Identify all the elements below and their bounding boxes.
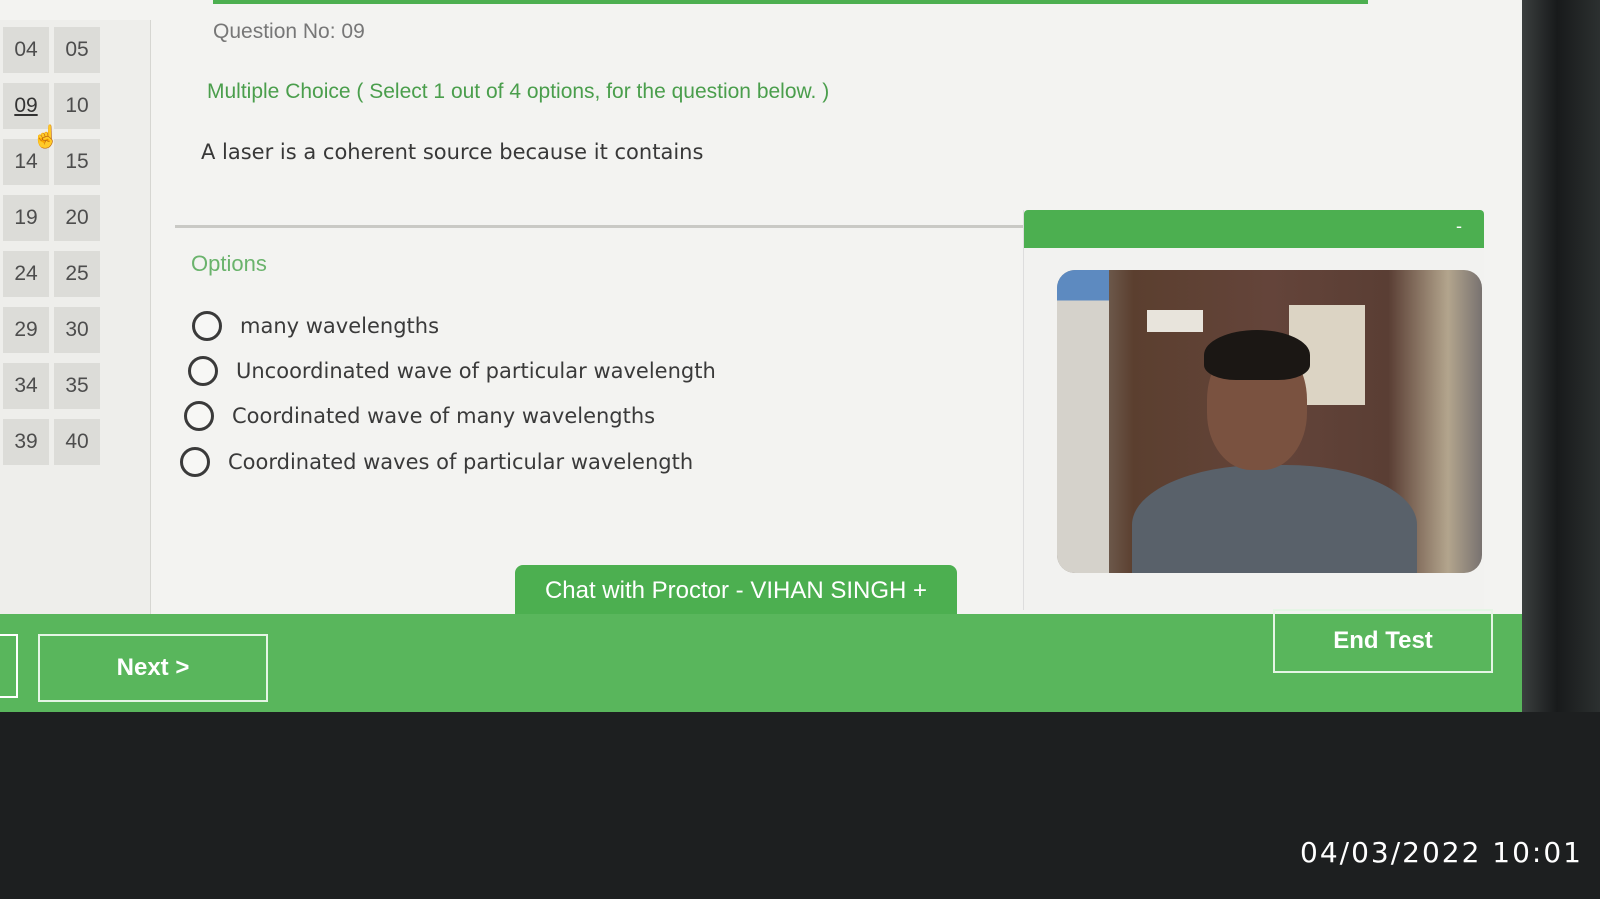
question-text: A laser is a coherent source because it … (201, 140, 704, 164)
question-nav-button-09[interactable]: 09 (3, 83, 49, 129)
question-nav-button-25[interactable]: 25 (54, 251, 100, 297)
question-nav-button-40[interactable]: 40 (54, 419, 100, 465)
question-nav-button-35[interactable]: 35 (54, 363, 100, 409)
option-label: Coordinated waves of particular waveleng… (228, 450, 694, 474)
option-1[interactable]: many wavelengths (192, 311, 439, 341)
minimize-icon[interactable]: - (1456, 216, 1462, 237)
question-nav-button-39[interactable]: 39 (3, 419, 49, 465)
chat-with-proctor-button[interactable]: Chat with Proctor - VIHAN SINGH + (515, 565, 957, 617)
background-window (1057, 270, 1109, 573)
person-torso (1132, 465, 1417, 573)
radio-button-icon[interactable] (184, 401, 214, 431)
question-type-instruction: Multiple Choice ( Select 1 out of 4 opti… (207, 80, 830, 103)
option-2[interactable]: Uncoordinated wave of particular wavelen… (188, 356, 716, 386)
question-nav-button-24[interactable]: 24 (3, 251, 49, 297)
bottom-action-bar: Next > End Test (0, 609, 1600, 712)
options-heading: Options (191, 251, 267, 276)
wall-sticker (1147, 310, 1203, 332)
next-button[interactable]: Next > (38, 634, 268, 702)
radio-button-icon[interactable] (192, 311, 222, 341)
question-nav-button-30[interactable]: 30 (54, 307, 100, 353)
end-test-button[interactable]: End Test (1273, 609, 1493, 673)
webcam-video-feed (1057, 270, 1482, 573)
option-3[interactable]: Coordinated wave of many wavelengths (184, 401, 655, 431)
option-label: Uncoordinated wave of particular wavelen… (236, 359, 716, 383)
question-nav-button-10[interactable]: 10 (54, 83, 100, 129)
radio-button-icon[interactable] (188, 356, 218, 386)
question-nav-button-19[interactable]: 19 (3, 195, 49, 241)
question-navigator: 03 04 05 08 09 10 13 14 15 18 19 20 23 2… (0, 20, 151, 620)
question-grid: 03 04 05 08 09 10 13 14 15 18 19 20 23 2… (0, 27, 100, 475)
photo-timestamp: 04/03/2022 10:01 (1300, 836, 1583, 869)
webcam-panel: - (1023, 210, 1484, 610)
person-hair (1204, 330, 1310, 380)
question-divider (175, 225, 1035, 228)
question-nav-button-04[interactable]: 04 (3, 27, 49, 73)
question-nav-button-29[interactable]: 29 (3, 307, 49, 353)
question-nav-button-15[interactable]: 15 (54, 139, 100, 185)
question-nav-button-20[interactable]: 20 (54, 195, 100, 241)
question-number: Question No: 09 (213, 20, 365, 43)
option-label: many wavelengths (240, 314, 440, 338)
question-nav-button-05[interactable]: 05 (54, 27, 100, 73)
hand-cursor-icon: ☝ (32, 124, 60, 149)
webcam-header: - (1024, 210, 1484, 248)
exam-screen: 03 04 05 08 09 10 13 14 15 18 19 20 23 2… (0, 0, 1600, 712)
radio-button-icon[interactable] (180, 447, 210, 477)
option-label: Coordinated wave of many wavelengths (232, 404, 656, 428)
previous-button[interactable] (0, 634, 18, 698)
monitor-bezel-right (1522, 0, 1600, 712)
option-4[interactable]: Coordinated waves of particular waveleng… (180, 447, 693, 477)
question-nav-button-34[interactable]: 34 (3, 363, 49, 409)
